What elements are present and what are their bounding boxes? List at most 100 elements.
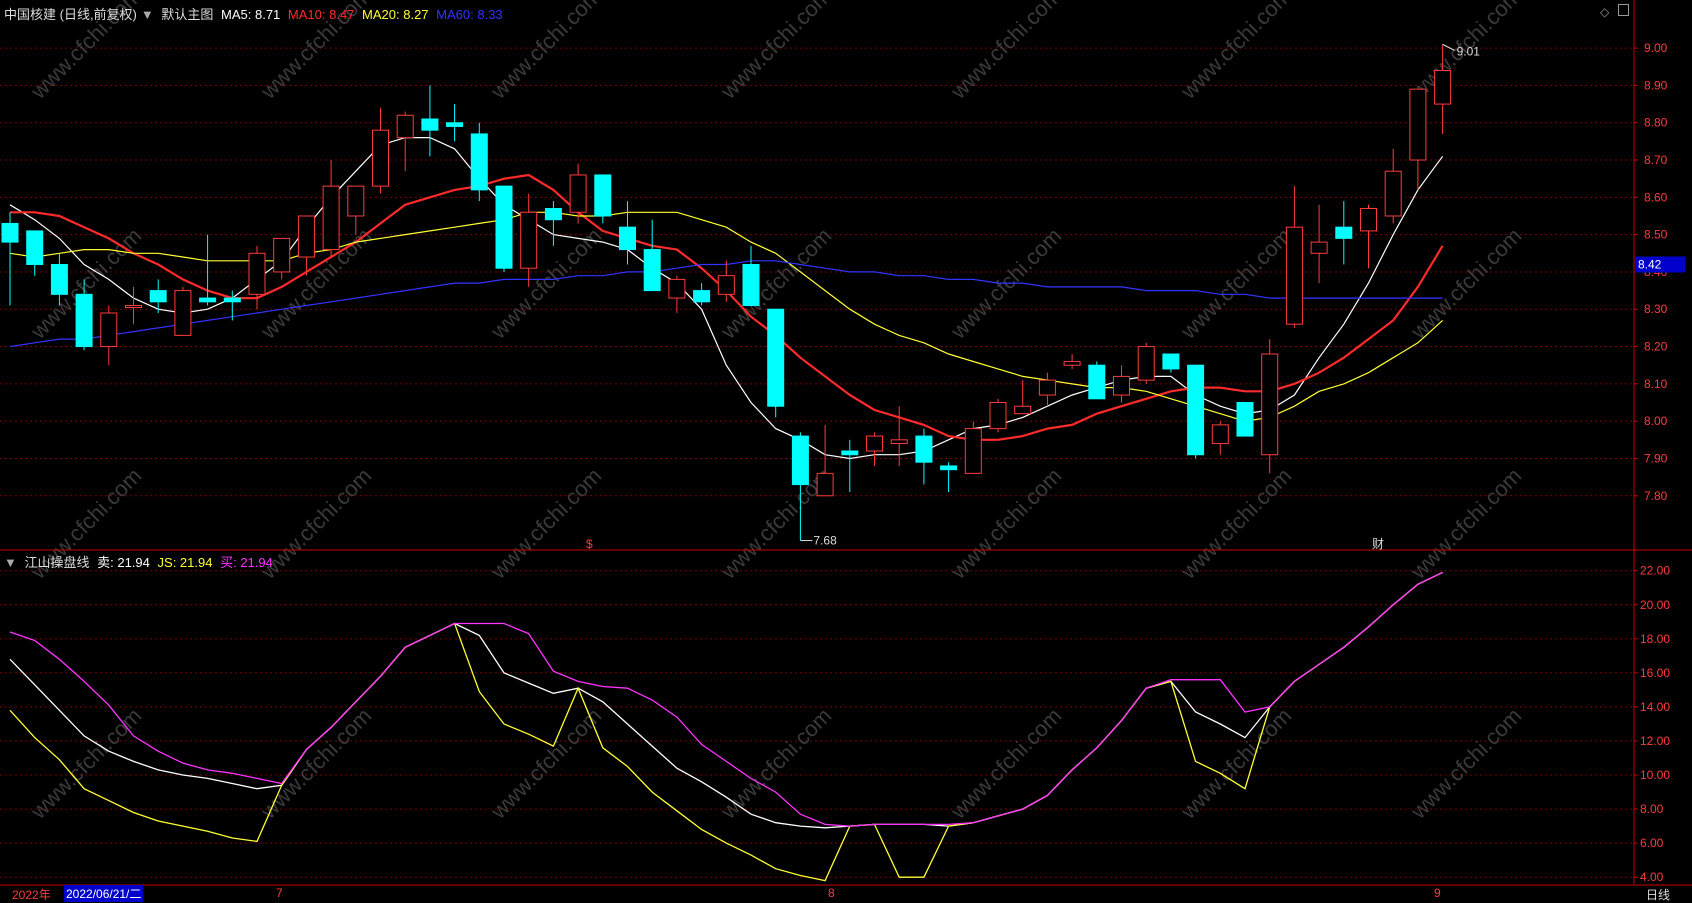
candle-body	[149, 290, 167, 303]
candle-body	[1261, 353, 1279, 456]
candle-body	[1310, 241, 1328, 254]
candle-body	[174, 290, 192, 336]
candle-body	[915, 435, 933, 463]
month-label-7: 7	[276, 886, 283, 900]
current-price-label: 8.42	[1638, 257, 1662, 271]
collapse-icon[interactable]: ▼	[141, 7, 154, 22]
y-tick-label: 8.30	[1644, 302, 1668, 316]
y-tick-label: 10.00	[1640, 768, 1670, 782]
watermark-text: www.cfchi.com	[945, 0, 1066, 104]
candle-body	[1137, 346, 1155, 381]
candle-body	[989, 402, 1007, 430]
y-tick-label: 20.00	[1640, 598, 1670, 612]
candle-body	[26, 230, 44, 265]
candle-body	[495, 185, 513, 269]
candle-body	[125, 305, 142, 309]
y-tick-label: 8.50	[1644, 228, 1668, 242]
cursor-date-label: 2022/06/21/二	[64, 885, 144, 902]
candle-body	[841, 450, 859, 456]
candle-body	[347, 185, 365, 217]
financial-report-marker: 财	[1372, 537, 1384, 551]
period-label[interactable]: 日线	[1646, 886, 1670, 903]
sub-chart-header: ▼ 江山操盘线 卖: 21.94 JS: 21.94 买: 21.94	[4, 552, 277, 571]
indicator-lines	[9, 571, 1443, 882]
ma5-label: MA5: 8.71	[221, 7, 281, 22]
candle-body	[322, 185, 340, 251]
candle-body	[273, 237, 291, 273]
y-tick-label: 6.00	[1640, 836, 1664, 850]
candle-body	[520, 211, 538, 269]
candle-body	[421, 118, 439, 131]
candle-body	[50, 263, 68, 295]
watermark-text: www.cfchi.com	[1405, 463, 1526, 584]
candle-body	[248, 252, 266, 295]
candle-body	[1409, 88, 1427, 161]
candle-body	[594, 174, 612, 217]
watermark-text: www.cfchi.com	[1175, 0, 1296, 104]
buy-label: 买: 21.94	[220, 555, 273, 570]
candle-body	[1088, 364, 1106, 400]
watermark-text: www.cfchi.com	[1175, 463, 1296, 584]
candle-body	[569, 174, 587, 213]
window-toggle-icon[interactable]	[1618, 4, 1629, 16]
watermark-text: www.cfchi.com	[1405, 223, 1526, 344]
indicator-line	[9, 571, 1443, 829]
candle-body	[1063, 360, 1081, 366]
stock-title[interactable]: 中国核建 (日线,前复权)	[4, 7, 137, 22]
candle-body	[223, 297, 241, 303]
y-tick-label: 8.10	[1644, 377, 1668, 391]
watermark-text: www.cfchi.com	[1405, 703, 1526, 824]
candle-body	[1, 222, 19, 243]
watermark-text: www.cfchi.com	[485, 463, 606, 584]
candle-body	[199, 297, 217, 303]
candle-body	[396, 114, 414, 139]
candle-body	[1236, 402, 1254, 437]
ma10-label: MA10: 8.47	[287, 7, 355, 22]
ma60-label: MA60: 8.33	[436, 7, 503, 22]
y-tick-label: 9.00	[1644, 41, 1668, 55]
candle-body	[964, 428, 982, 474]
indicator-line	[9, 571, 1443, 882]
y-tick-label: 18.00	[1640, 632, 1670, 646]
candle-body	[75, 293, 93, 348]
candle-body	[742, 263, 760, 307]
candle-body	[791, 435, 809, 486]
y-tick-label: 8.70	[1644, 153, 1668, 167]
sell-label: 卖: 21.94	[97, 555, 150, 570]
watermark-text: www.cfchi.com	[715, 0, 836, 104]
candle-body	[1014, 405, 1032, 415]
dividend-marker: $	[586, 537, 593, 551]
y-tick-label: 4.00	[1640, 870, 1664, 884]
candle-body	[816, 472, 834, 497]
y-tick-label: 16.00	[1640, 666, 1670, 680]
watermark-text: www.cfchi.com	[715, 703, 836, 824]
y-tick-label: 8.00	[1640, 802, 1664, 816]
watermark-text: www.cfchi.com	[945, 703, 1066, 824]
watermark-text: www.cfchi.com	[1175, 703, 1296, 824]
collapse-icon[interactable]: ▼	[4, 555, 17, 570]
diamond-icon[interactable]: ◇	[1600, 5, 1609, 19]
y-tick-label: 8.60	[1644, 190, 1668, 204]
candle-body	[668, 278, 686, 299]
y-tick-label: 22.00	[1640, 564, 1670, 578]
high-price-label: 9.01	[1457, 44, 1481, 58]
y-tick-label: 7.80	[1644, 489, 1668, 503]
template-label[interactable]: 默认主图	[161, 7, 213, 22]
main-chart-header: 中国核建 (日线,前复权) ▼ 默认主图 MA5: 8.71 MA10: 8.47…	[4, 4, 507, 23]
axes: 9.008.908.808.708.608.508.408.308.208.10…	[0, 0, 1692, 886]
indicator-title[interactable]: 江山操盘线	[25, 555, 90, 570]
candle-body	[1038, 379, 1056, 396]
candle-body	[100, 312, 118, 348]
candle-body	[1434, 69, 1452, 105]
watermark-text: www.cfchi.com	[945, 463, 1066, 584]
y-tick-label: 8.90	[1644, 78, 1668, 92]
candle-body	[297, 215, 315, 258]
low-price-label: 7.68	[813, 534, 837, 548]
candle-body	[1162, 353, 1180, 370]
candle-body	[693, 290, 711, 303]
ma20-label: MA20: 8.27	[362, 7, 429, 22]
candle-body	[1113, 375, 1130, 396]
y-tick-label: 12.00	[1640, 734, 1670, 748]
month-label-8: 8	[828, 886, 835, 900]
candle-body	[1187, 364, 1205, 456]
